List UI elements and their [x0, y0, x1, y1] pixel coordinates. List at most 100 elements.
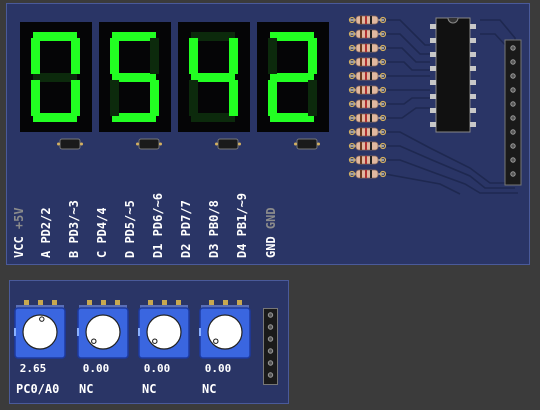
transistor-1 — [57, 138, 83, 150]
resistor — [348, 29, 387, 39]
header-pin — [510, 157, 516, 163]
pin-label-d4: D4 PB1/~9 — [233, 150, 251, 260]
segment-b — [229, 38, 238, 74]
potentiometer-4-value: 0.00 — [204, 362, 232, 375]
pin-label-d2: D2 PD7/7 — [177, 150, 195, 260]
pin-label-d3: D3 PB0/8 — [205, 150, 223, 260]
ic-pin — [470, 24, 476, 29]
pin-label-b: B PD3/~3 — [65, 150, 83, 260]
ic-pin — [470, 52, 476, 57]
header-pin — [510, 115, 516, 121]
resistor — [348, 155, 387, 165]
potentiometer-3-value: 0.00 — [143, 362, 171, 375]
segment-e — [189, 80, 198, 116]
seven-segment-digit-2 — [99, 22, 171, 132]
pin-name: GND — [264, 236, 278, 258]
ic-pin — [470, 122, 476, 127]
pin-signal: PD5/~5 — [123, 200, 137, 251]
pin-signal: PB0/8 — [207, 200, 221, 244]
potentiometer-3[interactable] — [138, 300, 190, 360]
pin-name: D4 — [235, 243, 249, 258]
potentiometer-4-label: NC — [202, 382, 217, 396]
header-pin — [510, 87, 516, 93]
ic-pin — [470, 66, 476, 71]
header-pin — [267, 324, 274, 330]
potentiometer-3-label: NC — [142, 382, 157, 396]
pin-signal: PD4/4 — [95, 207, 109, 251]
pin-label-a: A PD2/2 — [37, 150, 55, 260]
potentiometer-4[interactable] — [199, 300, 251, 360]
ic-pin — [470, 108, 476, 113]
header-pin — [267, 372, 274, 378]
seven-segment-digit-1 — [20, 22, 92, 132]
segment-b — [150, 38, 159, 74]
pin-signal: PD2/2 — [39, 207, 53, 251]
pin-label-d1: D1 PD6/~6 — [149, 150, 167, 260]
pin-label-vcc: VCC +5V — [10, 150, 28, 260]
pin-signal: GND — [264, 207, 278, 237]
ic-pin — [430, 52, 436, 57]
segment-f — [268, 38, 277, 74]
segment-b — [308, 38, 317, 74]
segment-c — [308, 80, 317, 116]
segment-c — [150, 80, 159, 116]
potentiometer-1-value: 2.65 — [19, 362, 47, 375]
seven-segment-digit-3 — [178, 22, 250, 132]
pin-name: D2 — [179, 243, 193, 258]
resistor — [348, 127, 387, 137]
header-pin — [510, 45, 516, 51]
knob-indicator — [213, 338, 219, 344]
potentiometer-1[interactable] — [14, 300, 66, 360]
ic-pin — [430, 108, 436, 113]
pin-label-gnd: GND GND — [262, 150, 280, 260]
resistor — [348, 71, 387, 81]
ic-pin — [430, 80, 436, 85]
driver-circuit — [348, 15, 522, 195]
pin-signal: PD3/~3 — [67, 200, 81, 251]
segment-f — [31, 38, 40, 74]
pin-name: B — [67, 250, 81, 258]
pin-name: D — [123, 250, 137, 258]
header-pin — [510, 73, 516, 79]
segment-e — [31, 80, 40, 116]
pin-signal: PD6/~6 — [151, 192, 165, 244]
header-pin — [510, 59, 516, 65]
potentiometer-2-label: NC — [79, 382, 94, 396]
header-pin — [267, 360, 274, 366]
ic-pin — [430, 24, 436, 29]
header-pin — [510, 129, 516, 135]
transistor-3 — [215, 138, 241, 150]
resistor — [348, 85, 387, 95]
ic-pin — [430, 38, 436, 43]
potentiometer-2-value: 0.00 — [82, 362, 110, 375]
potentiometer-2[interactable] — [77, 300, 129, 360]
header-pin — [510, 101, 516, 107]
pin-signal: PB1/~9 — [235, 192, 249, 244]
segment-b — [71, 38, 80, 74]
ic-pin — [430, 122, 436, 127]
resistor — [348, 169, 387, 179]
pin-name: A — [39, 250, 53, 258]
potentiometer-1-label: PC0/A0 — [16, 382, 60, 396]
pin-signal: PD7/7 — [179, 200, 193, 244]
header-pin — [510, 171, 516, 177]
pin-label-c: C PD4/4 — [93, 150, 111, 260]
pin-name: D3 — [207, 243, 221, 258]
ic-pin — [430, 94, 436, 99]
transistor-4 — [294, 138, 320, 150]
resistor — [348, 141, 387, 151]
pin-signal: +5V — [12, 207, 26, 237]
knob-indicator — [91, 338, 97, 344]
resistor — [348, 99, 387, 109]
segment-f — [110, 38, 119, 74]
knob-indicator — [152, 338, 158, 344]
seven-segment-digit-4 — [257, 22, 329, 132]
knob-indicator — [39, 316, 45, 322]
resistor — [348, 43, 387, 53]
resistor — [348, 57, 387, 67]
segment-e — [268, 80, 277, 116]
segment-c — [229, 80, 238, 116]
pin-name: VCC — [12, 236, 26, 258]
header-pin — [267, 336, 274, 342]
segment-f — [189, 38, 198, 74]
